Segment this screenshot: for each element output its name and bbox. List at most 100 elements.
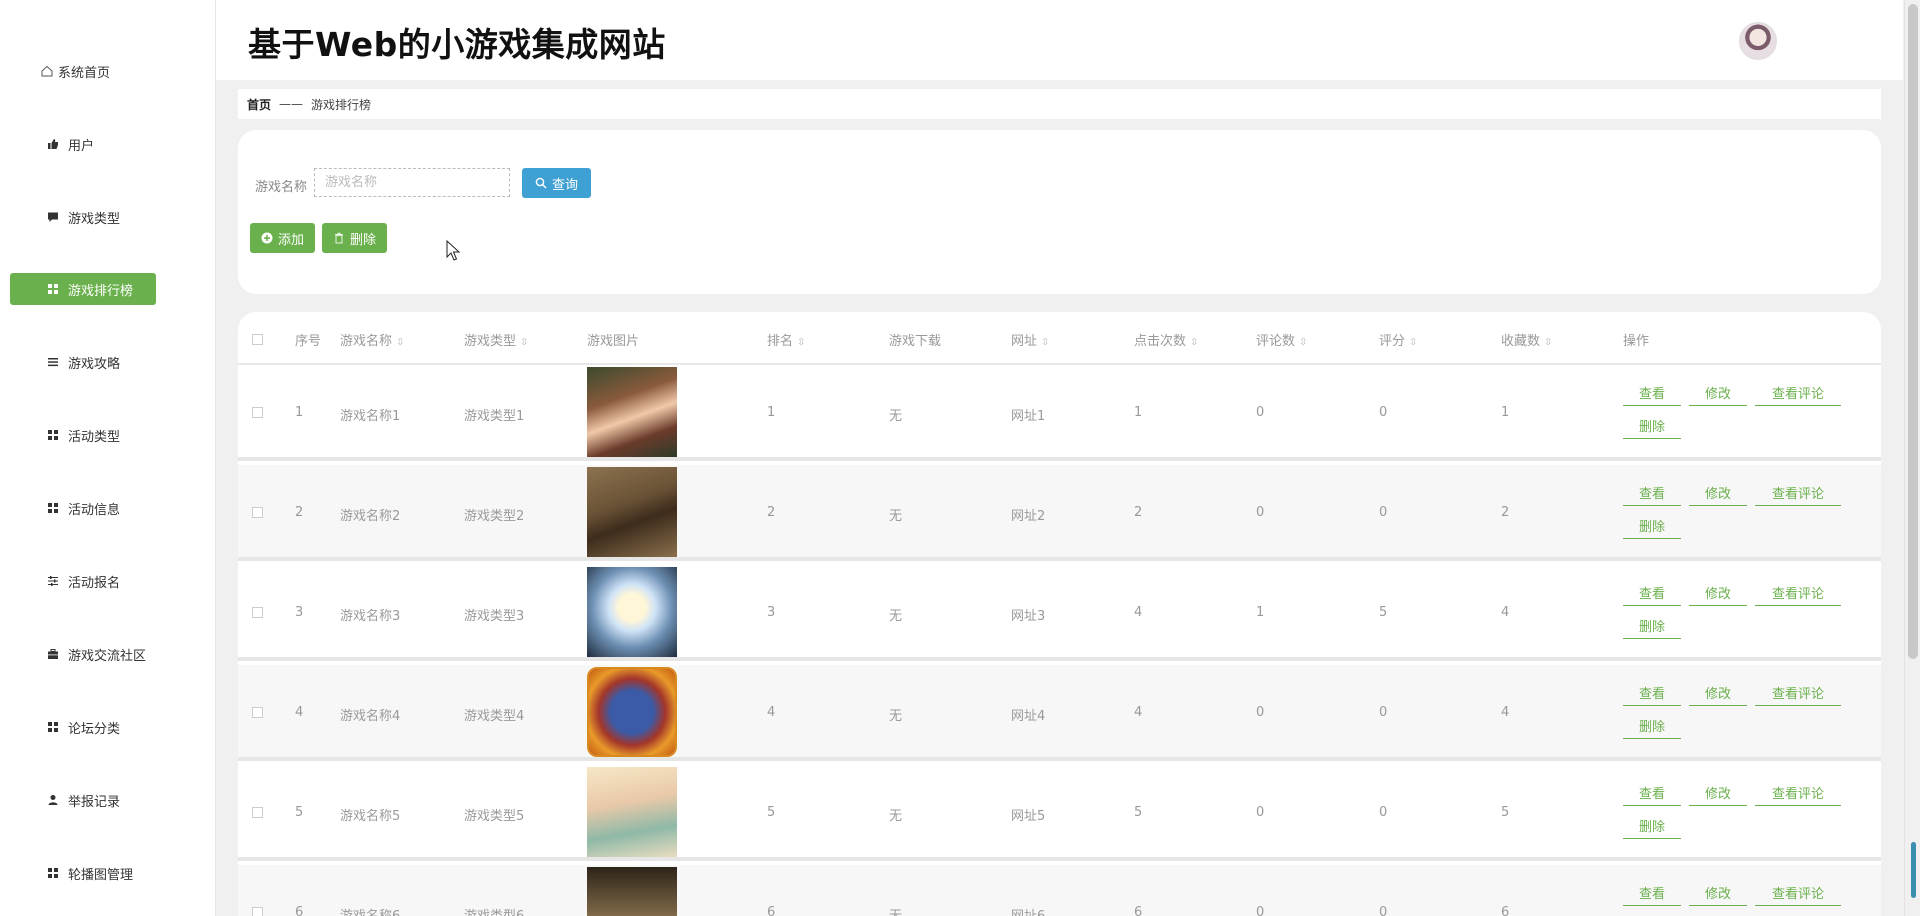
game-image[interactable] (587, 567, 677, 657)
cell-game-type: 游戏类型4 (464, 709, 525, 724)
sidebar-item-label: 轮播图管理 (68, 867, 134, 883)
row-delete-button[interactable]: 删除 (1623, 412, 1681, 439)
sidebar-item-label: 活动信息 (68, 502, 121, 518)
sidebar-item-label: 活动类型 (68, 429, 121, 445)
cell-rank: 2 (767, 505, 776, 520)
col-header-label: 评论数 (1256, 334, 1296, 349)
row-checkbox[interactable] (252, 607, 263, 618)
edit-button[interactable]: 修改 (1689, 879, 1747, 906)
col-header-download: 游戏下载 (889, 334, 942, 349)
delete-button[interactable]: 删除 (322, 223, 387, 253)
row-delete-button[interactable]: 删除 (1623, 612, 1681, 639)
view-button[interactable]: 查看 (1623, 779, 1681, 806)
cell-download: 无 (889, 409, 903, 424)
edit-button[interactable]: 修改 (1689, 579, 1747, 606)
cell-favorites: 5 (1501, 805, 1510, 820)
breadcrumb-home[interactable]: 首页 (247, 96, 271, 113)
row-delete-button[interactable]: 删除 (1623, 512, 1681, 539)
thumb-icon (46, 137, 60, 151)
scrollbar-thumb[interactable] (1908, 4, 1918, 659)
cell-download: 无 (889, 905, 902, 916)
view-button[interactable]: 查看 (1623, 579, 1681, 606)
view-comments-button[interactable]: 查看评论 (1755, 679, 1841, 706)
cell-comments: 1 (1256, 605, 1265, 620)
sidebar-item-home[interactable]: 系统首页 (10, 55, 156, 87)
cell-url: 网址3 (1011, 609, 1046, 624)
sidebar-item-label: 用户 (68, 138, 95, 154)
sidebar-item-community[interactable]: 游戏交流社区 (10, 638, 156, 670)
row-checkbox[interactable] (252, 407, 263, 418)
add-button[interactable]: 添加 (250, 223, 315, 253)
row-delete-button[interactable]: 删除 (1623, 912, 1681, 916)
game-image[interactable] (587, 767, 677, 857)
col-header-game-type[interactable]: 游戏类型 ⇳ (464, 330, 528, 349)
sidebar-item-report-records[interactable]: 举报记录 (10, 784, 156, 816)
col-header-label: 评分 (1379, 334, 1406, 349)
edit-button[interactable]: 修改 (1689, 479, 1747, 506)
cell-index: 5 (295, 805, 304, 820)
sidebar-item-forum-category[interactable]: 论坛分类 (10, 711, 156, 743)
sidebar-item-game-guide[interactable]: 游戏攻略 (10, 346, 156, 378)
col-header-favorites[interactable]: 收藏数 ⇳ (1501, 330, 1552, 349)
row-delete-button[interactable]: 删除 (1623, 812, 1681, 839)
view-button[interactable]: 查看 (1623, 679, 1681, 706)
avatar[interactable] (1739, 22, 1777, 60)
sidebar-item-activity-info[interactable]: 活动信息 (10, 492, 156, 524)
edit-button[interactable]: 修改 (1689, 779, 1747, 806)
cell-url: 网址6 (1011, 905, 1045, 916)
search-input[interactable] (314, 168, 510, 197)
row-checkbox[interactable] (252, 707, 263, 718)
cell-rank: 4 (767, 705, 776, 720)
edit-button[interactable]: 修改 (1689, 379, 1747, 406)
search-panel: 游戏名称 查询 添加 删除 (238, 130, 1881, 294)
sidebar-item-game-type[interactable]: 游戏类型 (10, 201, 156, 233)
breadcrumb: 首页 —— 游戏排行榜 (238, 89, 1881, 119)
view-button[interactable]: 查看 (1623, 479, 1681, 506)
game-image[interactable] (587, 367, 677, 457)
view-button[interactable]: 查看 (1623, 879, 1681, 906)
cell-clicks: 2 (1134, 505, 1143, 520)
cell-index: 2 (295, 505, 304, 520)
view-button[interactable]: 查看 (1623, 379, 1681, 406)
sidebar-item-label: 游戏类型 (68, 211, 121, 227)
breadcrumb-current: 游戏排行榜 (311, 97, 372, 112)
sidebar-item-game-ranking[interactable]: 游戏排行榜 (10, 273, 156, 305)
game-image[interactable] (587, 667, 677, 757)
edit-button[interactable]: 修改 (1689, 679, 1747, 706)
col-header-comments[interactable]: 评论数 ⇳ (1256, 330, 1307, 349)
table-row: 6 游戏名称6 游戏类型6 6 无 网址6 6 0 0 6 查看修改查看评论删除 (238, 865, 1881, 916)
table-row: 2 游戏名称2 游戏类型2 2 无 网址2 2 0 0 2 查看 修改 查看评论 删除 (238, 465, 1881, 561)
view-comments-button[interactable]: 查看评论 (1755, 379, 1841, 406)
select-all-checkbox[interactable] (252, 334, 263, 345)
game-image[interactable] (587, 867, 677, 916)
row-delete-button[interactable]: 删除 (1623, 712, 1681, 739)
query-button[interactable]: 查询 (522, 168, 591, 198)
view-comments-button[interactable]: 查看评论 (1755, 479, 1841, 506)
col-header-rank[interactable]: 排名 ⇳ (767, 330, 805, 349)
view-comments-button[interactable]: 查看评论 (1755, 879, 1841, 906)
col-header-score[interactable]: 评分 ⇳ (1379, 330, 1417, 349)
sidebar-item-activity-type[interactable]: 活动类型 (10, 419, 156, 451)
sidebar-item-user[interactable]: 用户 (10, 128, 156, 160)
col-header-clicks[interactable]: 点击次数 ⇳ (1134, 330, 1198, 349)
sort-icon: ⇳ (1409, 337, 1418, 348)
col-header-url[interactable]: 网址 ⇳ (1011, 330, 1049, 349)
col-header-label: 网址 (1011, 334, 1038, 349)
sort-icon: ⇳ (396, 337, 405, 348)
table-row: 1 游戏名称1 游戏类型1 1 无 网址1 1 0 0 1 查看 修改 查看评论 删除 (238, 365, 1881, 461)
col-header-game-name[interactable]: 游戏名称 ⇳ (340, 330, 404, 349)
row-checkbox[interactable] (252, 807, 263, 818)
row-checkbox[interactable] (252, 907, 263, 916)
view-comments-button[interactable]: 查看评论 (1755, 779, 1841, 806)
sidebar-item-carousel[interactable]: 轮播图管理 (10, 857, 156, 889)
sidebar-item-label: 游戏排行榜 (68, 283, 134, 299)
message-icon (46, 210, 60, 224)
sidebar-item-activity-signup[interactable]: 活动报名 (10, 565, 156, 597)
game-image[interactable] (587, 467, 677, 557)
scrollbar[interactable] (1904, 0, 1920, 916)
row-checkbox[interactable] (252, 507, 263, 518)
briefcase-icon (46, 647, 60, 661)
cell-game-type: 游戏类型6 (464, 905, 524, 916)
sort-icon: ⇳ (797, 337, 806, 348)
view-comments-button[interactable]: 查看评论 (1755, 579, 1841, 606)
